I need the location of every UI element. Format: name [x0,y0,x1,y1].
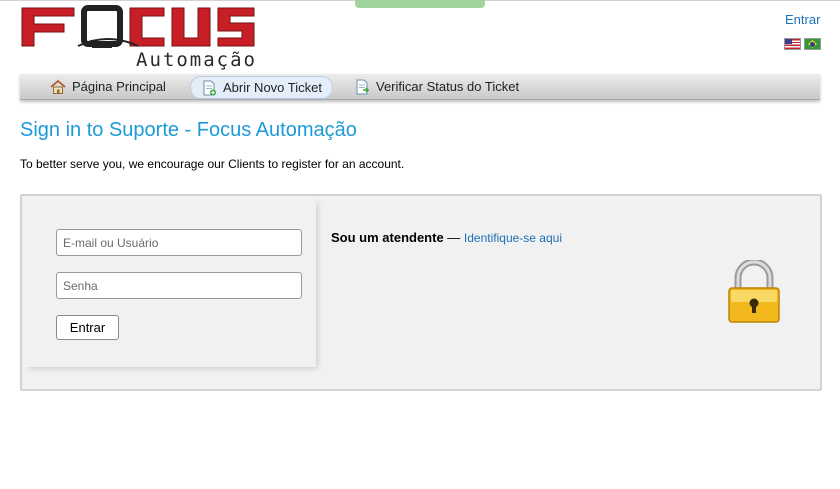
main-nav: Página Principal Abrir Novo Ticket Verif… [20,74,820,100]
top-tab-indicator [355,0,485,8]
username-input[interactable] [56,229,302,256]
login-link[interactable]: Entrar [785,12,820,27]
page-title: Sign in to Suporte - Focus Automação [20,119,357,141]
intro-text: To better serve you, we encourage our Cl… [20,157,405,171]
agent-prefix: Sou um atendente [331,230,444,245]
nav-new-ticket-label: Abrir Novo Ticket [223,80,322,95]
nav-home[interactable]: Página Principal [50,76,166,97]
lock-icon [728,260,780,323]
login-submit-button[interactable]: Entrar [56,315,119,340]
agent-login-link[interactable]: Identifique-se aqui [464,231,562,245]
us-flag-icon[interactable] [784,38,801,50]
login-panel: Entrar Sou um atendente — Identifique-se… [20,194,822,391]
new-ticket-icon [201,80,217,96]
nav-home-label: Página Principal [72,79,166,94]
focus-logo-graphic [21,5,255,48]
logo-subtitle: Automação [136,49,257,71]
logo[interactable]: Automação [18,2,263,71]
br-flag-icon[interactable] [804,38,821,50]
nav-new-ticket[interactable]: Abrir Novo Ticket [190,76,333,99]
nav-ticket-status[interactable]: Verificar Status do Ticket [354,76,519,97]
agent-separator: — [443,230,464,245]
agent-login-line: Sou um atendente — Identifique-se aqui [331,230,562,245]
password-input[interactable] [56,272,302,299]
nav-ticket-status-label: Verificar Status do Ticket [376,79,520,94]
home-icon [50,79,66,95]
login-form: Entrar [22,196,316,367]
ticket-status-icon [354,79,370,95]
